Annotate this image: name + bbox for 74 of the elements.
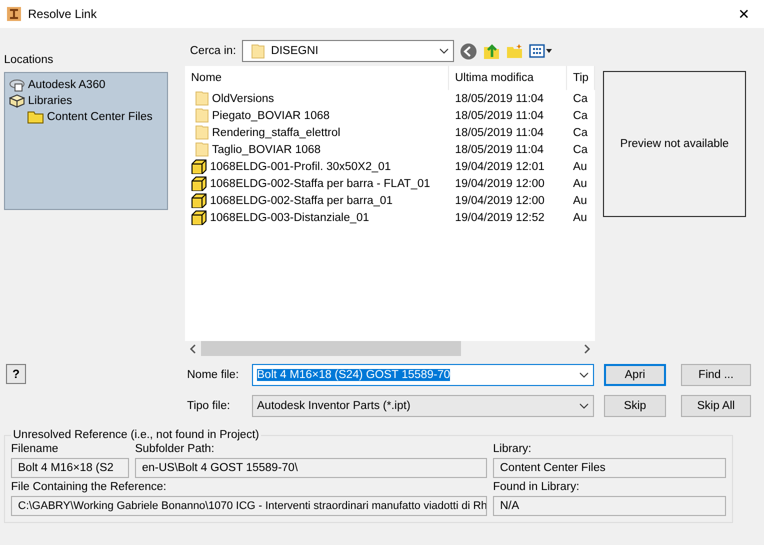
file-type: Au [573, 160, 588, 172]
column-header[interactable]: Nome [185, 66, 449, 90]
tree-item[interactable]: Autodesk A360 [28, 79, 106, 91]
column-header[interactable]: Ultima modifica [449, 66, 567, 90]
chevron-down-icon[interactable] [579, 403, 589, 409]
look-in-label: Cerca in: [190, 45, 236, 57]
modified-date: 19/04/2019 12:00 [455, 194, 545, 206]
column-header[interactable]: Tip [567, 66, 595, 90]
box-icon [9, 94, 25, 108]
folder-up-icon[interactable] [483, 42, 500, 60]
modified-date: 18/05/2019 11:04 [455, 110, 544, 122]
file-name[interactable]: Taglio_BOVIAR 1068 [212, 144, 321, 156]
tree-item[interactable]: Content Center Files [47, 111, 152, 123]
skip-all-button[interactable]: Skip All [681, 395, 751, 417]
modified-date: 19/04/2019 12:01 [455, 160, 545, 172]
find-button[interactable]: Find ... [681, 364, 751, 386]
close-button[interactable]: ✕ [730, 6, 758, 22]
look-in-dropdown[interactable]: DISEGNI [242, 40, 454, 62]
file-name[interactable]: Rendering_staffa_elettrol [212, 126, 340, 138]
found-in-library-label: Found in Library: [493, 481, 580, 493]
file-type: Ca [573, 144, 588, 156]
locations-label: Locations [4, 54, 54, 66]
file-type: Ca [573, 110, 588, 122]
folder-icon [195, 142, 209, 157]
file-type: Au [573, 178, 588, 190]
folder-icon [195, 91, 209, 106]
skip-button[interactable]: Skip [604, 395, 666, 417]
file-type-label: Tipo file: [187, 400, 232, 412]
library-label: Library: [493, 443, 532, 455]
modified-date: 18/05/2019 11:04 [455, 92, 544, 104]
view-menu-icon[interactable] [529, 44, 554, 58]
tree-item[interactable]: Libraries [28, 95, 72, 107]
file-name[interactable]: 1068ELDG-002-Staffa per barra - FLAT_01 [210, 178, 430, 190]
cloud-icon [9, 78, 25, 92]
file-type-dropdown[interactable]: Autodesk Inventor Parts (*.ipt) [252, 395, 594, 417]
filename-field: Bolt 4 M16×18 (S2 [11, 458, 129, 478]
group-title: Unresolved Reference (i.e., not found in Project) [12, 429, 260, 441]
file-name[interactable]: 1068ELDG-001-Profil. 30x50X2_01 [210, 160, 391, 172]
back-icon[interactable] [460, 42, 478, 60]
folder-icon [195, 108, 209, 123]
modified-date: 19/04/2019 12:00 [455, 178, 545, 190]
subfolder-label: Subfolder Path: [135, 443, 216, 455]
chevron-down-icon [439, 48, 450, 54]
folder-icon [251, 44, 266, 58]
modified-date: 18/05/2019 11:04 [455, 126, 544, 138]
containing-file-label: File Containing the Reference: [11, 481, 168, 493]
filename-label: Filename [11, 443, 60, 455]
modified-date: 18/05/2019 11:04 [455, 144, 544, 156]
part-icon [191, 176, 207, 191]
part-icon [191, 159, 207, 174]
library-field: Content Center Files [493, 458, 726, 478]
found-in-library-field: N/A [493, 496, 726, 516]
window-title: Resolve Link [28, 7, 98, 21]
part-icon [191, 210, 207, 225]
folder-icon [195, 125, 209, 140]
file-name[interactable]: 1068ELDG-002-Staffa per barra_01 [210, 194, 393, 206]
file-name-label: Nome file: [187, 369, 240, 381]
file-name[interactable]: Piegato_BOVIAR 1068 [212, 110, 330, 122]
subfolder-field: en-US\Bolt 4 GOST 15589-70\ [135, 458, 487, 478]
file-name[interactable]: OldVersions [212, 92, 274, 104]
file-type: Ca [573, 92, 588, 104]
file-type: Au [573, 194, 588, 206]
preview-message: Preview not available [620, 138, 729, 150]
folder-icon [27, 110, 44, 124]
file-type: Au [573, 212, 588, 224]
help-button[interactable]: ? [6, 364, 26, 384]
file-name-field[interactable]: Bolt 4 M16×18 (S24) GOST 15589-70 [252, 364, 594, 386]
part-icon [191, 193, 207, 208]
file-name[interactable]: 1068ELDG-003-Distanziale_01 [210, 212, 370, 224]
file-type: Ca [573, 126, 588, 138]
app-icon [6, 6, 22, 22]
open-button[interactable]: Apri [604, 364, 666, 386]
chevron-down-icon[interactable] [579, 372, 589, 378]
modified-date: 19/04/2019 12:52 [455, 212, 545, 224]
